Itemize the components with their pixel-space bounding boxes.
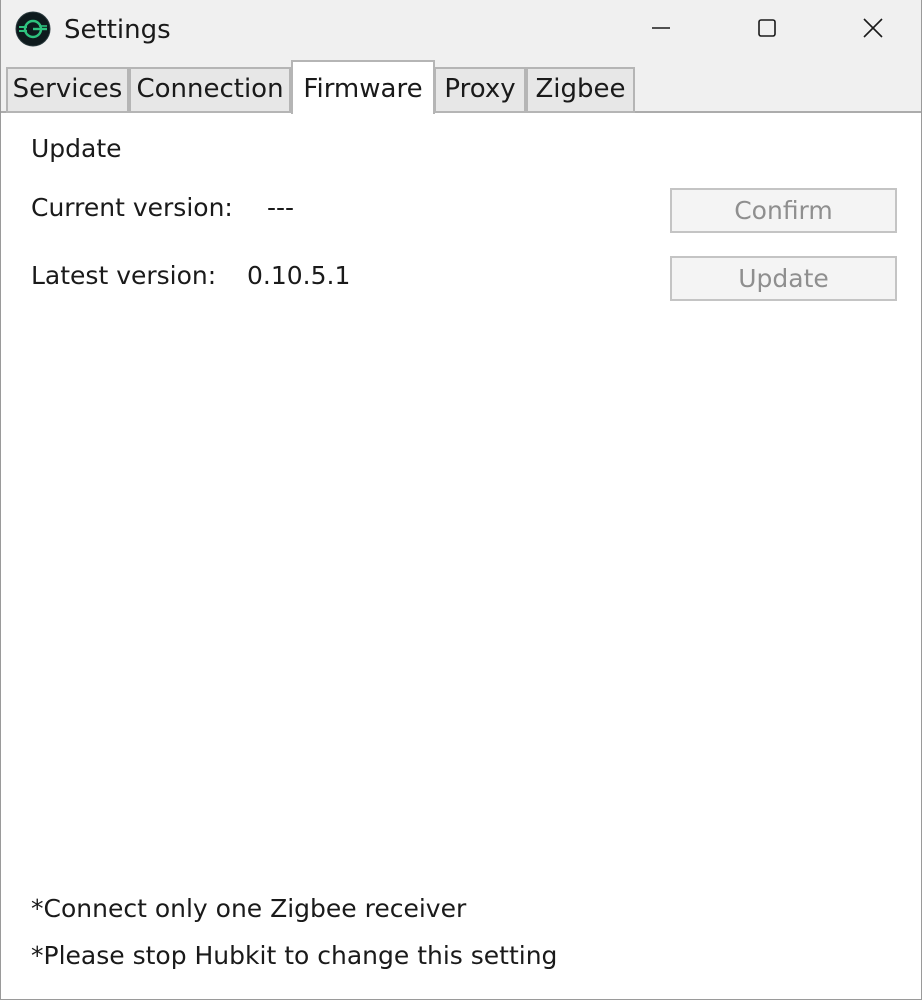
tab-firmware[interactable]: Firmware — [291, 60, 435, 114]
section-title: Update — [31, 134, 122, 163]
current-version-value: --- — [267, 193, 295, 222]
hubkit-logo-icon — [15, 11, 51, 47]
minimize-icon — [652, 27, 670, 29]
update-button[interactable]: Update — [670, 256, 897, 301]
tab-proxy[interactable]: Proxy — [434, 67, 526, 113]
confirm-button[interactable]: Confirm — [670, 188, 897, 233]
note-single-receiver: *Connect only one Zigbee receiver — [31, 894, 467, 923]
settings-window: Settings Services Connection Proxy Zigbe… — [0, 0, 922, 1000]
tab-services[interactable]: Services — [6, 67, 129, 113]
firmware-panel: Update Current version: --- Latest versi… — [1, 113, 921, 999]
tab-zigbee[interactable]: Zigbee — [526, 67, 635, 113]
latest-version-value: 0.10.5.1 — [247, 261, 351, 290]
close-button[interactable] — [833, 0, 913, 56]
maximize-icon — [758, 19, 776, 37]
maximize-button[interactable] — [727, 0, 807, 56]
close-icon — [863, 18, 883, 38]
minimize-button[interactable] — [621, 0, 701, 56]
current-version-label: Current version: — [31, 193, 233, 222]
window-title: Settings — [64, 15, 171, 45]
latest-version-label: Latest version: — [31, 261, 217, 290]
note-stop-hubkit: *Please stop Hubkit to change this setti… — [31, 941, 558, 970]
title-bar[interactable]: Settings — [1, 0, 921, 60]
tab-connection[interactable]: Connection — [129, 67, 291, 113]
